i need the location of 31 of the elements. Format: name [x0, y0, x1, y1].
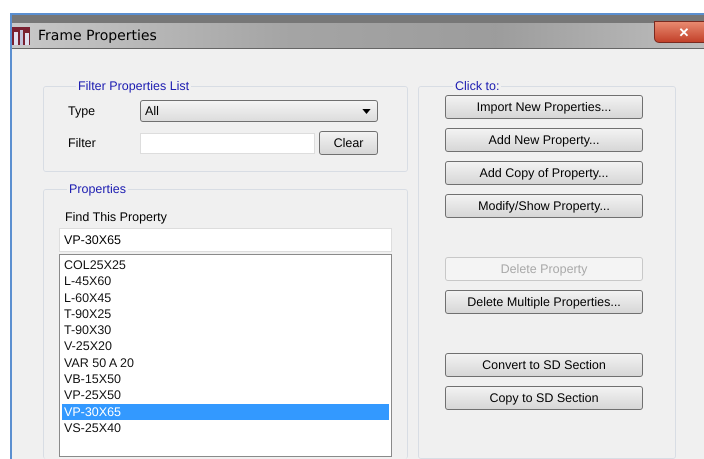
- app-icon: [12, 26, 30, 44]
- action-button[interactable]: Convert to SD Section: [445, 353, 643, 377]
- list-item[interactable]: VB-15X50: [62, 371, 389, 388]
- action-button[interactable]: Import New Properties...: [445, 95, 643, 119]
- action-button[interactable]: Add Copy of Property...: [445, 161, 643, 185]
- filter-field[interactable]: [140, 132, 315, 154]
- caret-icon: [362, 108, 371, 114]
- window-title: Frame Properties: [38, 28, 157, 44]
- action-button[interactable]: Copy to SD Section: [445, 386, 643, 410]
- close-button[interactable]: ✕: [654, 21, 704, 43]
- clear-button[interactable]: Clear: [319, 131, 378, 155]
- filter-label: Filter: [68, 136, 97, 150]
- list-item[interactable]: VP-25X50: [62, 387, 389, 404]
- find-label: Find This Property: [65, 210, 168, 224]
- list-item[interactable]: T-90X25: [62, 306, 389, 322]
- list-item[interactable]: COL25X25: [62, 257, 389, 274]
- type-dropdown[interactable]: All: [140, 100, 378, 122]
- action-button[interactable]: Modify/Show Property...: [445, 194, 643, 218]
- list-item[interactable]: L-60X45: [62, 290, 389, 306]
- group-title: Properties: [68, 182, 127, 196]
- group-title: Filter Properties List: [77, 79, 190, 93]
- type-label: Type: [68, 104, 96, 118]
- group-title: Click to:: [454, 79, 500, 93]
- action-button[interactable]: Delete Multiple Properties...: [445, 290, 643, 314]
- list-item[interactable]: V-25X20: [62, 338, 389, 355]
- list-item[interactable]: L-45X60: [62, 273, 389, 290]
- list-item[interactable]: VAR 50 A 20: [62, 354, 389, 372]
- action-button[interactable]: Add New Property...: [445, 128, 643, 152]
- list-item[interactable]: T-90X30: [62, 322, 389, 338]
- list-item[interactable]: VS-25X40: [62, 420, 389, 436]
- find-field[interactable]: VP-30X65: [59, 228, 392, 252]
